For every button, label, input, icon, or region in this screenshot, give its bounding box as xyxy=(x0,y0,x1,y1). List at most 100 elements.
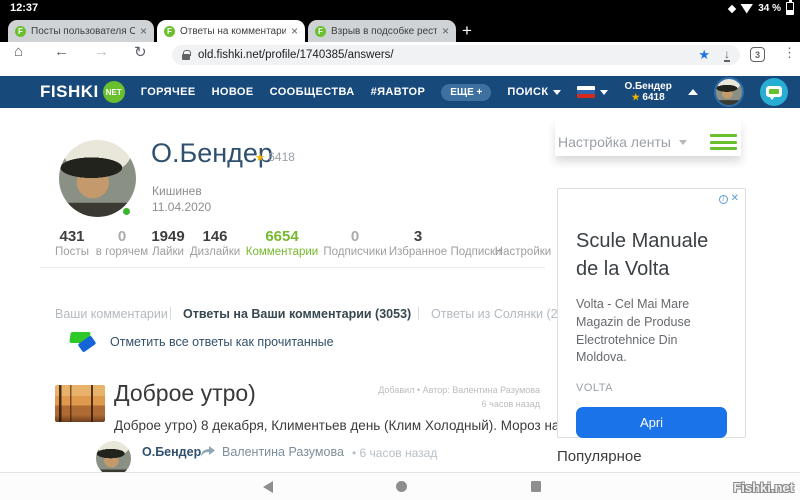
profile-join-date: 11.04.2020 xyxy=(152,200,211,214)
ad-info-icon[interactable]: i xyxy=(719,195,728,204)
ad-body: Volta - Cel Mai Mare Magazin de Produse … xyxy=(576,296,727,367)
tab-title: Взрыв в подсобке рестора xyxy=(331,26,437,37)
stat-settings[interactable]: Настройки xyxy=(495,228,551,258)
language-selector[interactable] xyxy=(577,86,608,98)
address-bar[interactable]: old.fishki.net/profile/1740385/answers/ … xyxy=(172,45,740,65)
status-indicator-icon xyxy=(728,4,736,12)
browser-tab-3[interactable]: F Взрыв в подсобке рестора × xyxy=(308,20,456,42)
android-status-bar: 12:37 34 % xyxy=(0,0,800,17)
stat-hot[interactable]: 0 в горячем xyxy=(96,228,148,258)
battery-icon xyxy=(786,2,794,15)
profile-city: Кишинев xyxy=(152,184,202,198)
profile-avatar[interactable] xyxy=(59,140,136,217)
tab-replies-to-comments[interactable]: Ответы на Ваши комментарии (3053) xyxy=(183,307,411,321)
back-icon[interactable]: ← xyxy=(54,43,69,60)
divider xyxy=(418,307,419,320)
ad-cta-button[interactable]: Apri xyxy=(576,407,727,438)
browser-tab-2-active[interactable]: F Ответы на комментарии О × xyxy=(157,20,305,42)
article-meta: Добавил • Автор: Валентина Разумова 6 ча… xyxy=(340,384,540,411)
reply-target-link[interactable]: Валентина Разумова xyxy=(222,445,344,459)
comment-timestamp: • 6 часов назад xyxy=(352,446,437,460)
feed-settings-dropdown[interactable]: Настройка ленты xyxy=(558,134,687,150)
nav-new[interactable]: НОВОЕ xyxy=(212,86,254,98)
reply-arrow-icon xyxy=(200,445,216,458)
nav-communities[interactable]: СООБЩЕСТВА xyxy=(270,86,355,98)
url-text[interactable]: old.fishki.net/profile/1740385/answers/ xyxy=(198,49,394,61)
close-tab-icon[interactable]: × xyxy=(140,25,147,37)
fishki-logo[interactable]: FISHKI NET xyxy=(40,81,125,103)
nav-hot[interactable]: ГОРЯЧЕЕ xyxy=(141,86,196,98)
article-thumbnail[interactable] xyxy=(55,385,105,422)
android-nav-bar: Fishki.net xyxy=(0,472,800,500)
stat-favorites[interactable]: 3 Избранное xyxy=(389,228,447,258)
ad-advertiser: VOLTA xyxy=(576,382,727,394)
browser-toolbar: ⌂ ← → ↻ old.fishki.net/profile/1740385/a… xyxy=(0,42,800,68)
header-user-info[interactable]: О.Бендер ★ 6418 xyxy=(624,81,671,103)
online-status-dot xyxy=(122,207,131,216)
clock: 12:37 xyxy=(10,2,38,14)
stat-likes[interactable]: 1949 Лайки xyxy=(151,228,184,258)
battery-percent: 34 % xyxy=(758,3,781,14)
russia-flag-icon xyxy=(577,86,595,98)
comment-avatar[interactable] xyxy=(96,441,131,472)
lock-icon xyxy=(182,54,190,60)
browser-tab-1[interactable]: F Посты пользователя О.Бен × xyxy=(8,20,154,42)
tab-your-comments[interactable]: Ваши комментарии xyxy=(55,307,168,321)
stat-dislikes[interactable]: 146 Дизлайки xyxy=(190,228,240,258)
home-icon[interactable]: ⌂ xyxy=(14,43,23,60)
star-icon: ★ xyxy=(632,92,640,102)
search-menu[interactable]: ПОИСК xyxy=(507,86,561,98)
stat-posts[interactable]: 431 Посты xyxy=(55,228,89,258)
site-header: FISHKI NET ГОРЯЧЕЕ НОВОЕ СООБЩЕСТВА #ЯАВ… xyxy=(0,76,800,108)
chevron-down-icon xyxy=(600,90,608,95)
nav-more-button[interactable]: ЕЩЕ + xyxy=(441,84,491,101)
profile-rating: ★ 6418 xyxy=(255,150,295,164)
download-icon[interactable]: ↓ xyxy=(724,48,730,62)
tab-title: Посты пользователя О.Бен xyxy=(31,26,135,37)
page-content: FISHKI NET ГОРЯЧЕЕ НОВОЕ СООБЩЕСТВА #ЯАВ… xyxy=(0,68,800,472)
chevron-down-icon xyxy=(553,90,561,95)
advertisement-card[interactable]: i ✕ Scule Manuale de la Volta Volta - Ce… xyxy=(557,188,746,438)
tab-solyanka-replies[interactable]: Ответы из Солянки (248) xyxy=(431,307,576,321)
ad-close-icon[interactable]: ✕ xyxy=(731,194,739,204)
mark-read-icon xyxy=(70,331,100,353)
close-tab-icon[interactable]: × xyxy=(291,25,298,37)
logo-net-badge: NET xyxy=(103,81,125,103)
forward-icon[interactable]: → xyxy=(94,43,109,60)
reload-icon[interactable]: ↻ xyxy=(134,43,147,61)
article-title[interactable]: Доброе утро) xyxy=(114,380,256,407)
android-home-icon[interactable] xyxy=(396,481,407,492)
chevron-up-icon[interactable] xyxy=(688,89,698,95)
divider xyxy=(40,267,545,268)
new-tab-button[interactable]: + xyxy=(462,21,472,41)
android-recents-icon[interactable] xyxy=(531,481,541,492)
comment-author-link[interactable]: О.Бендер xyxy=(142,445,201,459)
chat-bubble-icon xyxy=(766,86,782,97)
close-tab-icon[interactable]: × xyxy=(442,25,449,37)
browser-menu-icon[interactable]: ⋮ xyxy=(783,45,796,61)
star-icon: ★ xyxy=(255,152,265,164)
browser-tab-strip: F Посты пользователя О.Бен × F Ответы на… xyxy=(0,17,800,42)
fishki-favicon: F xyxy=(164,26,175,37)
mark-all-read-button[interactable]: Отметить все ответы как прочитанные xyxy=(70,331,334,353)
tab-count-button[interactable]: 3 xyxy=(750,47,765,62)
popular-section-title: Популярное xyxy=(557,448,642,465)
stat-comments-active[interactable]: 6654 Комментарии xyxy=(246,228,318,258)
nav-author[interactable]: #ЯАВТОР xyxy=(371,86,426,98)
wifi-icon xyxy=(740,4,753,14)
bookmark-star-icon[interactable]: ★ xyxy=(698,47,710,63)
tab-title: Ответы на комментарии О xyxy=(180,26,286,37)
fishki-favicon: F xyxy=(315,26,326,37)
fishki-favicon: F xyxy=(15,26,26,37)
android-back-icon[interactable] xyxy=(263,481,273,493)
article-excerpt: Доброе утро) 8 декабря, Климентьев день … xyxy=(114,418,571,433)
ad-choices-controls[interactable]: i ✕ xyxy=(719,194,739,204)
fishki-watermark: Fishki.net xyxy=(733,480,794,495)
divider xyxy=(170,307,171,320)
ad-title[interactable]: Scule Manuale de la Volta xyxy=(576,227,727,283)
messages-button[interactable] xyxy=(760,78,788,106)
stat-subscribers[interactable]: 0 Подписчики xyxy=(323,228,386,258)
menu-hamburger-icon[interactable] xyxy=(710,134,737,154)
header-avatar[interactable] xyxy=(714,77,744,107)
chevron-down-icon xyxy=(679,140,687,145)
